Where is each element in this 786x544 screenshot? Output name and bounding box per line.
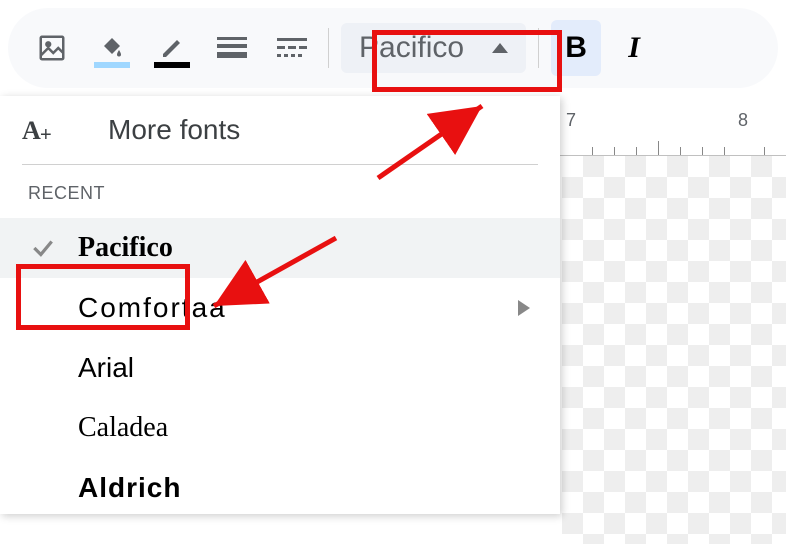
dropdown-divider [22,164,538,165]
font-item-comfortaa[interactable]: Comfortaa [0,278,560,338]
svg-text:+: + [40,124,52,145]
font-name-label: Aldrich [78,472,181,504]
font-name-label: Comfortaa [78,292,227,324]
border-style-button[interactable] [268,24,316,72]
document-canvas[interactable] [562,156,786,544]
font-name-label: Caladea [78,412,168,444]
font-family-selector[interactable]: Pacifico [341,23,526,73]
fill-color-button[interactable] [88,24,136,72]
line-weight-icon [217,37,247,59]
tool-group-left [28,24,316,72]
fill-color-swatch [94,62,130,68]
ruler-number: 7 [566,110,576,131]
font-dropdown: A+ More fonts RECENT Pacifico Comfortaa … [0,96,560,514]
font-item-caladea[interactable]: Caladea [0,398,560,458]
svg-text:A: A [22,116,41,145]
border-weight-button[interactable] [208,24,256,72]
border-color-button[interactable] [148,24,196,72]
toolbar: Pacifico B I [8,8,778,88]
italic-button[interactable]: I [609,20,659,76]
font-name-label: Pacifico [78,232,173,264]
add-font-icon: A+ [22,115,56,145]
chevron-right-icon [518,300,530,316]
ruler-number: 8 [738,110,748,131]
font-name-label: Arial [78,352,134,384]
toolbar-divider [328,28,329,68]
font-selector-value: Pacifico [359,31,464,65]
paint-bucket-icon [98,36,126,60]
bold-button[interactable]: B [551,20,601,76]
font-item-pacifico[interactable]: Pacifico [0,218,560,278]
horizontal-ruler: 7 8 [560,108,786,156]
more-fonts-label: More fonts [108,114,240,146]
bold-label: B [565,31,587,65]
italic-label: I [628,31,640,65]
more-fonts-button[interactable]: A+ More fonts [0,96,560,164]
pencil-icon [159,36,185,60]
line-dash-icon [277,38,307,58]
insert-image-button[interactable] [28,24,76,72]
font-item-aldrich[interactable]: Aldrich [0,458,560,504]
caret-up-icon [492,43,508,53]
toolbar-divider [538,28,539,68]
pen-color-swatch [154,62,190,68]
section-label-recent: RECENT [0,183,560,218]
image-icon [37,33,67,63]
check-icon [28,235,58,261]
font-item-arial[interactable]: Arial [0,338,560,398]
